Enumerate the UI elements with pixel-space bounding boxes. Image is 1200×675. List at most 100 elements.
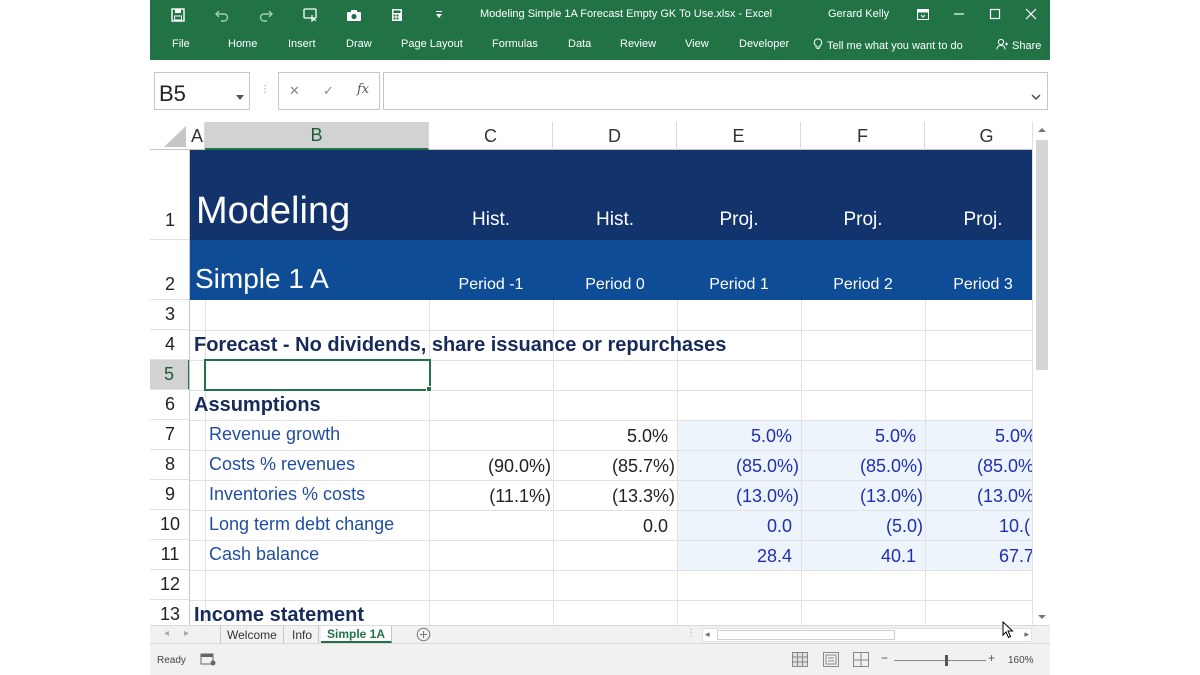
cell-g11[interactable]: 67.7	[999, 546, 1032, 567]
column-header-d[interactable]: D	[553, 122, 677, 150]
cell-d9[interactable]: (13.3%)	[553, 486, 675, 507]
row-header-3[interactable]: 3	[150, 300, 190, 330]
minimize-icon[interactable]	[944, 3, 974, 25]
zoom-in-icon[interactable]: +	[988, 651, 995, 665]
calculator-icon[interactable]	[387, 6, 407, 24]
fill-handle[interactable]	[426, 386, 432, 392]
tab-insert[interactable]: Insert	[288, 38, 316, 50]
share-button[interactable]: Share	[996, 38, 1041, 53]
cell-d8[interactable]: (85.7%)	[553, 456, 675, 477]
tell-me-search[interactable]: Tell me what you want to do	[813, 38, 963, 53]
name-box[interactable]: B5	[154, 72, 250, 110]
row-header-5[interactable]: 5	[150, 360, 190, 390]
cell-e7[interactable]: 5.0%	[677, 426, 792, 447]
row-header-11[interactable]: 11	[150, 540, 190, 570]
zoom-slider-track[interactable]	[894, 660, 986, 661]
prev-sheet-icon[interactable]: ◂	[164, 628, 169, 639]
column-header-f[interactable]: F	[801, 122, 925, 150]
zoom-out-icon[interactable]: −	[881, 651, 888, 665]
active-cell-b5[interactable]	[204, 359, 431, 391]
cell-f9[interactable]: (13.0%)	[801, 486, 923, 507]
cell-e9[interactable]: (13.0%)	[677, 486, 799, 507]
cancel-icon[interactable]: ✕	[289, 83, 300, 99]
normal-view-icon[interactable]	[792, 652, 808, 672]
row-header-6[interactable]: 6	[150, 390, 190, 420]
sheet-tab-welcome[interactable]: Welcome	[220, 626, 284, 643]
column-header-g[interactable]: G	[925, 122, 1032, 150]
save-icon[interactable]	[168, 6, 188, 24]
cell-f11[interactable]: 40.1	[801, 546, 916, 567]
enter-icon[interactable]: ✓	[323, 83, 334, 99]
column-header-c[interactable]: C	[429, 122, 553, 150]
cell-e8[interactable]: (85.0%)	[677, 456, 799, 477]
zoom-slider-thumb[interactable]	[945, 655, 948, 666]
zoom-level[interactable]: 160%	[1008, 655, 1034, 666]
row-header-9[interactable]: 9	[150, 480, 190, 510]
vertical-scroll-thumb[interactable]	[1036, 140, 1048, 370]
row-header-4[interactable]: 4	[150, 330, 190, 360]
cell-f8[interactable]: (85.0%)	[801, 456, 923, 477]
cell-e11[interactable]: 28.4	[677, 546, 792, 567]
redo-icon[interactable]	[256, 6, 276, 24]
page-layout-view-icon[interactable]	[823, 652, 839, 672]
row-header-8[interactable]: 8	[150, 450, 190, 480]
user-name[interactable]: Gerard Kelly	[828, 8, 889, 20]
row-header-12[interactable]: 12	[150, 570, 190, 600]
undo-icon[interactable]	[212, 6, 232, 24]
tab-splitter-icon[interactable]: ⋮	[686, 628, 696, 639]
cell-d7[interactable]: 5.0%	[553, 426, 668, 447]
row-header-13[interactable]: 13	[150, 600, 190, 625]
scroll-down-icon[interactable]	[1033, 609, 1050, 625]
close-icon[interactable]	[1016, 3, 1046, 25]
tab-developer[interactable]: Developer	[739, 38, 789, 50]
scroll-right-icon[interactable]: ▸	[1024, 629, 1029, 640]
camera-icon[interactable]	[344, 6, 364, 24]
tab-review[interactable]: Review	[620, 38, 656, 50]
cell-c8[interactable]: (90.0%)	[429, 456, 551, 477]
scroll-up-icon[interactable]	[1033, 122, 1050, 138]
tab-draw[interactable]: Draw	[346, 38, 372, 50]
scroll-left-icon[interactable]: ◂	[705, 629, 710, 640]
row-header-7[interactable]: 7	[150, 420, 190, 450]
column-header-a[interactable]: A	[190, 122, 205, 150]
column-header-e[interactable]: E	[677, 122, 801, 150]
horizontal-scroll-thumb[interactable]	[717, 630, 895, 640]
tab-data[interactable]: Data	[568, 38, 591, 50]
row-header-1[interactable]: 1	[150, 150, 190, 240]
insert-function-icon[interactable]: fx	[357, 82, 369, 97]
maximize-icon[interactable]	[980, 3, 1010, 25]
column-header-b[interactable]: B	[205, 122, 429, 150]
label-long-term-debt-change: Long term debt change	[209, 514, 395, 534]
formula-bar-grip-icon[interactable]: ⋮	[260, 84, 270, 95]
sheet-tab-info[interactable]: Info	[286, 626, 320, 643]
vertical-scrollbar[interactable]	[1032, 122, 1050, 625]
touch-mode-icon[interactable]	[301, 6, 321, 24]
customize-toolbar-icon[interactable]	[429, 6, 449, 24]
tab-view[interactable]: View	[685, 38, 709, 50]
tab-home[interactable]: Home	[228, 38, 257, 50]
formula-input[interactable]	[390, 74, 1020, 108]
horizontal-scrollbar[interactable]: ◂ ▸	[702, 628, 1032, 642]
cell-f7[interactable]: 5.0%	[801, 426, 916, 447]
ribbon-display-icon[interactable]	[908, 3, 938, 25]
expand-formula-bar-icon[interactable]	[1031, 87, 1041, 105]
macro-record-icon[interactable]	[200, 652, 216, 671]
cell-g8[interactable]: (85.0%	[977, 456, 1032, 477]
tab-page-layout[interactable]: Page Layout	[401, 38, 463, 50]
cell-d10[interactable]: 0.0	[553, 516, 668, 537]
row-header-10[interactable]: 10	[150, 510, 190, 540]
cell-e10[interactable]: 0.0	[677, 516, 792, 537]
cell-f10[interactable]: (5.0)	[801, 516, 923, 537]
sheet-tab-simple-1a[interactable]: Simple 1A	[321, 626, 393, 643]
row-header-2[interactable]: 2	[150, 240, 190, 300]
cell-g9[interactable]: (13.0%	[977, 486, 1032, 507]
name-box-dropdown-icon[interactable]	[236, 88, 244, 106]
tab-file[interactable]: File	[172, 38, 190, 50]
select-all-corner[interactable]	[150, 122, 190, 150]
next-sheet-icon[interactable]: ▸	[184, 628, 189, 639]
cell-c9[interactable]: (11.1%)	[429, 486, 551, 507]
cell-g7[interactable]: 5.0%	[995, 426, 1032, 447]
page-break-view-icon[interactable]	[853, 652, 869, 672]
tab-formulas[interactable]: Formulas	[492, 38, 538, 50]
cell-g10[interactable]: 10.(	[999, 516, 1032, 537]
